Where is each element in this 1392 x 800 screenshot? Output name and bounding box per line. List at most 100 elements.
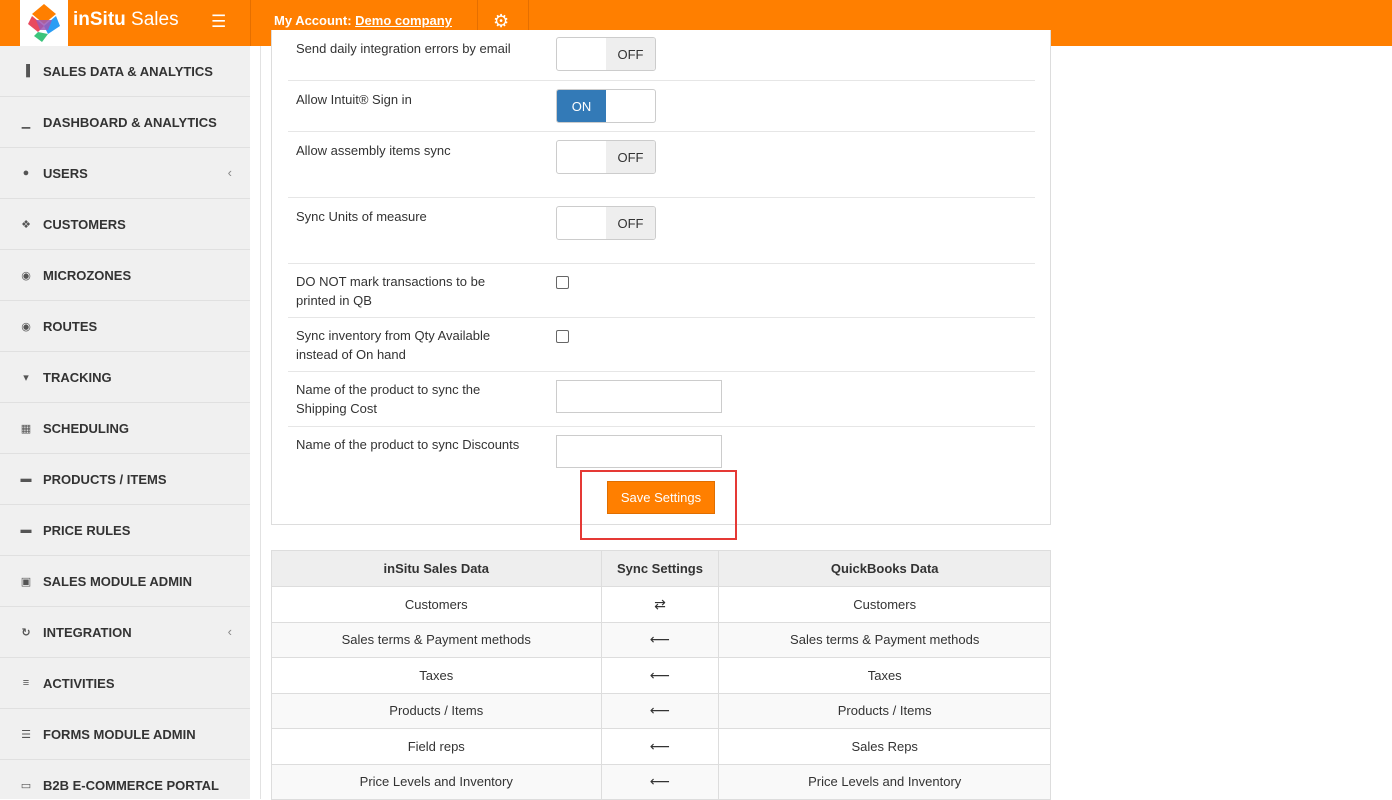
sidebar-item-label: ROUTES (43, 318, 98, 334)
sidebar-item-products-items[interactable]: ▬ PRODUCTS / ITEMS (0, 454, 250, 505)
intuit-signin-toggle[interactable]: ON (556, 89, 656, 123)
chevron-left-icon: ‹ (227, 165, 232, 180)
quickbooks-data-cell: Sales Reps (718, 728, 1051, 765)
setting-row: Sync inventory from Qty Available instea… (288, 318, 1035, 372)
sidebar-item-label: CUSTOMERS (43, 216, 126, 232)
sync-direction-icon[interactable]: ⟵ (600, 657, 720, 694)
sidebar-item-label: INTEGRATION (43, 624, 132, 640)
suitcase-icon: ▣ (20, 575, 32, 588)
discounts-product-input[interactable] (556, 435, 722, 468)
insitu-data-cell: Taxes (271, 657, 602, 694)
calendar-icon: ▦ (20, 422, 32, 435)
column-header: inSitu Sales Data (271, 550, 602, 587)
sidebar-item-label: SALES DATA & ANALYTICS (43, 63, 213, 79)
sidebar-item-label: B2B E-COMMERCE PORTAL (43, 777, 219, 793)
sync-direction-icon[interactable]: ⟵ (600, 621, 720, 658)
table-row: Products / Items ⟵ Products / Items (271, 692, 1051, 729)
logo-icon (28, 4, 60, 42)
sidebar-item-label: MICROZONES (43, 267, 132, 283)
cart-icon: ▭ (20, 779, 32, 792)
highlight-box (580, 470, 737, 540)
divider (250, 0, 251, 46)
toggle-blank (557, 207, 606, 239)
insitu-data-cell: Sales terms & Payment methods (271, 621, 602, 658)
table-row: Field reps ⟵ Sales Reps (271, 728, 1051, 765)
integration-settings-panel: Send daily integration errors by email O… (271, 30, 1051, 525)
setting-row: Send daily integration errors by email O… (288, 30, 1035, 81)
setting-label: Allow Intuit® Sign in (296, 92, 412, 107)
daily-errors-toggle[interactable]: OFF (556, 37, 656, 71)
sidebar-item-b2b-e-commerce-portal[interactable]: ▭ B2B E-COMMERCE PORTAL (0, 760, 250, 799)
setting-label: Allow assembly items sync (296, 143, 451, 158)
sidebar-item-customers[interactable]: ❖ CUSTOMERS (0, 199, 250, 250)
table-row: Sales terms & Payment methods ⟵ Sales te… (271, 621, 1051, 658)
shipping-product-input[interactable] (556, 380, 722, 413)
quickbooks-data-cell: Products / Items (718, 692, 1051, 729)
account-label: My Account: (274, 13, 352, 28)
setting-row: Name of the product to sync Discounts (288, 427, 1035, 471)
insitu-data-cell: Field reps (271, 728, 602, 765)
setting-row: Allow Intuit® Sign in ON (288, 81, 1035, 132)
label-line: Shipping Cost (296, 401, 377, 416)
uom-sync-toggle[interactable]: OFF (556, 206, 656, 240)
sidebar-item-dashboard-analytics[interactable]: ▁ DASHBOARD & ANALYTICS (0, 97, 250, 148)
no-print-checkbox[interactable] (556, 276, 569, 289)
column-header: QuickBooks Data (718, 550, 1051, 587)
user-icon: ● (22, 167, 30, 179)
sync-direction-icon[interactable]: ⇄ (600, 586, 720, 623)
table-row: Taxes ⟵ Taxes (271, 657, 1051, 694)
toggle-blank (557, 38, 606, 70)
setting-label: Sync Units of measure (296, 209, 427, 224)
column-header: Sync Settings (600, 550, 720, 587)
toggle-blank (557, 141, 606, 173)
assembly-sync-toggle[interactable]: OFF (556, 140, 656, 174)
toggle-state: ON (557, 90, 606, 122)
globe-icon: ◉ (21, 269, 31, 282)
gear-icon[interactable]: ⚙ (493, 11, 509, 32)
qty-available-checkbox[interactable] (556, 330, 569, 343)
sidebar-item-routes[interactable]: ◉ ROUTES (0, 301, 250, 352)
sidebar-item-label: USERS (43, 165, 88, 181)
sidebar-item-microzones[interactable]: ◉ MICROZONES (0, 250, 250, 301)
chevron-left-icon: ‹ (227, 624, 232, 639)
signal-icon: ▁ (21, 116, 31, 129)
briefcase-icon: ▬ (20, 524, 32, 536)
sidebar-item-tracking[interactable]: ▾ TRACKING (0, 352, 250, 403)
divider (260, 46, 261, 799)
sidebar-item-label: PRICE RULES (43, 522, 131, 538)
sidebar-item-integration[interactable]: ↻ INTEGRATION ‹ (0, 607, 250, 658)
sidebar-item-label: SCHEDULING (43, 420, 129, 436)
setting-label: Sync inventory from Qty Available instea… (296, 326, 490, 364)
sidebar-item-sales-module-admin[interactable]: ▣ SALES MODULE ADMIN (0, 556, 250, 607)
insitu-data-cell: Customers (271, 586, 602, 623)
toggle-state: OFF (606, 141, 655, 173)
sidebar-item-activities[interactable]: ≡ ACTIVITIES (0, 658, 250, 709)
sidebar-item-label: ACTIVITIES (43, 675, 115, 691)
label-line: Name of the product to sync the (296, 382, 481, 397)
sidebar-item-users[interactable]: ● USERS ‹ (0, 148, 250, 199)
account-name-link[interactable]: Demo company (355, 13, 452, 28)
tasks-icon: ≡ (22, 677, 30, 689)
sidebar-item-label: FORMS MODULE ADMIN (43, 726, 196, 742)
app-logo[interactable] (20, 0, 68, 46)
label-line: DO NOT mark transactions to be (296, 274, 486, 289)
sync-direction-icon[interactable]: ⟵ (600, 692, 720, 729)
sync-direction-icon[interactable]: ⟵ (600, 763, 720, 800)
account-info: My Account: Demo company (274, 13, 452, 28)
sidebar-item-sales-data-analytics[interactable]: ▐ SALES DATA & ANALYTICS (0, 46, 250, 97)
sync-mapping-table: inSitu Sales Data Sync Settings QuickBoo… (271, 550, 1051, 800)
setting-label: Send daily integration errors by email (296, 41, 511, 56)
setting-row: Allow assembly items sync OFF (288, 132, 1035, 198)
bar-chart-icon: ▐ (22, 65, 30, 77)
sidebar-item-price-rules[interactable]: ▬ PRICE RULES (0, 505, 250, 556)
setting-row: Sync Units of measure OFF (288, 198, 1035, 264)
menu-toggle-icon[interactable]: ☰ (211, 12, 226, 32)
sidebar-item-label: SALES MODULE ADMIN (43, 573, 193, 589)
sidebar-item-forms-module-admin[interactable]: ☰ FORMS MODULE ADMIN (0, 709, 250, 760)
label-line: printed in QB (296, 293, 372, 308)
sync-direction-icon[interactable]: ⟵ (600, 728, 720, 765)
label-line: instead of On hand (296, 347, 406, 362)
toggle-state: OFF (606, 207, 655, 239)
map-marker-icon: ▾ (23, 371, 29, 384)
sidebar-item-scheduling[interactable]: ▦ SCHEDULING (0, 403, 250, 454)
